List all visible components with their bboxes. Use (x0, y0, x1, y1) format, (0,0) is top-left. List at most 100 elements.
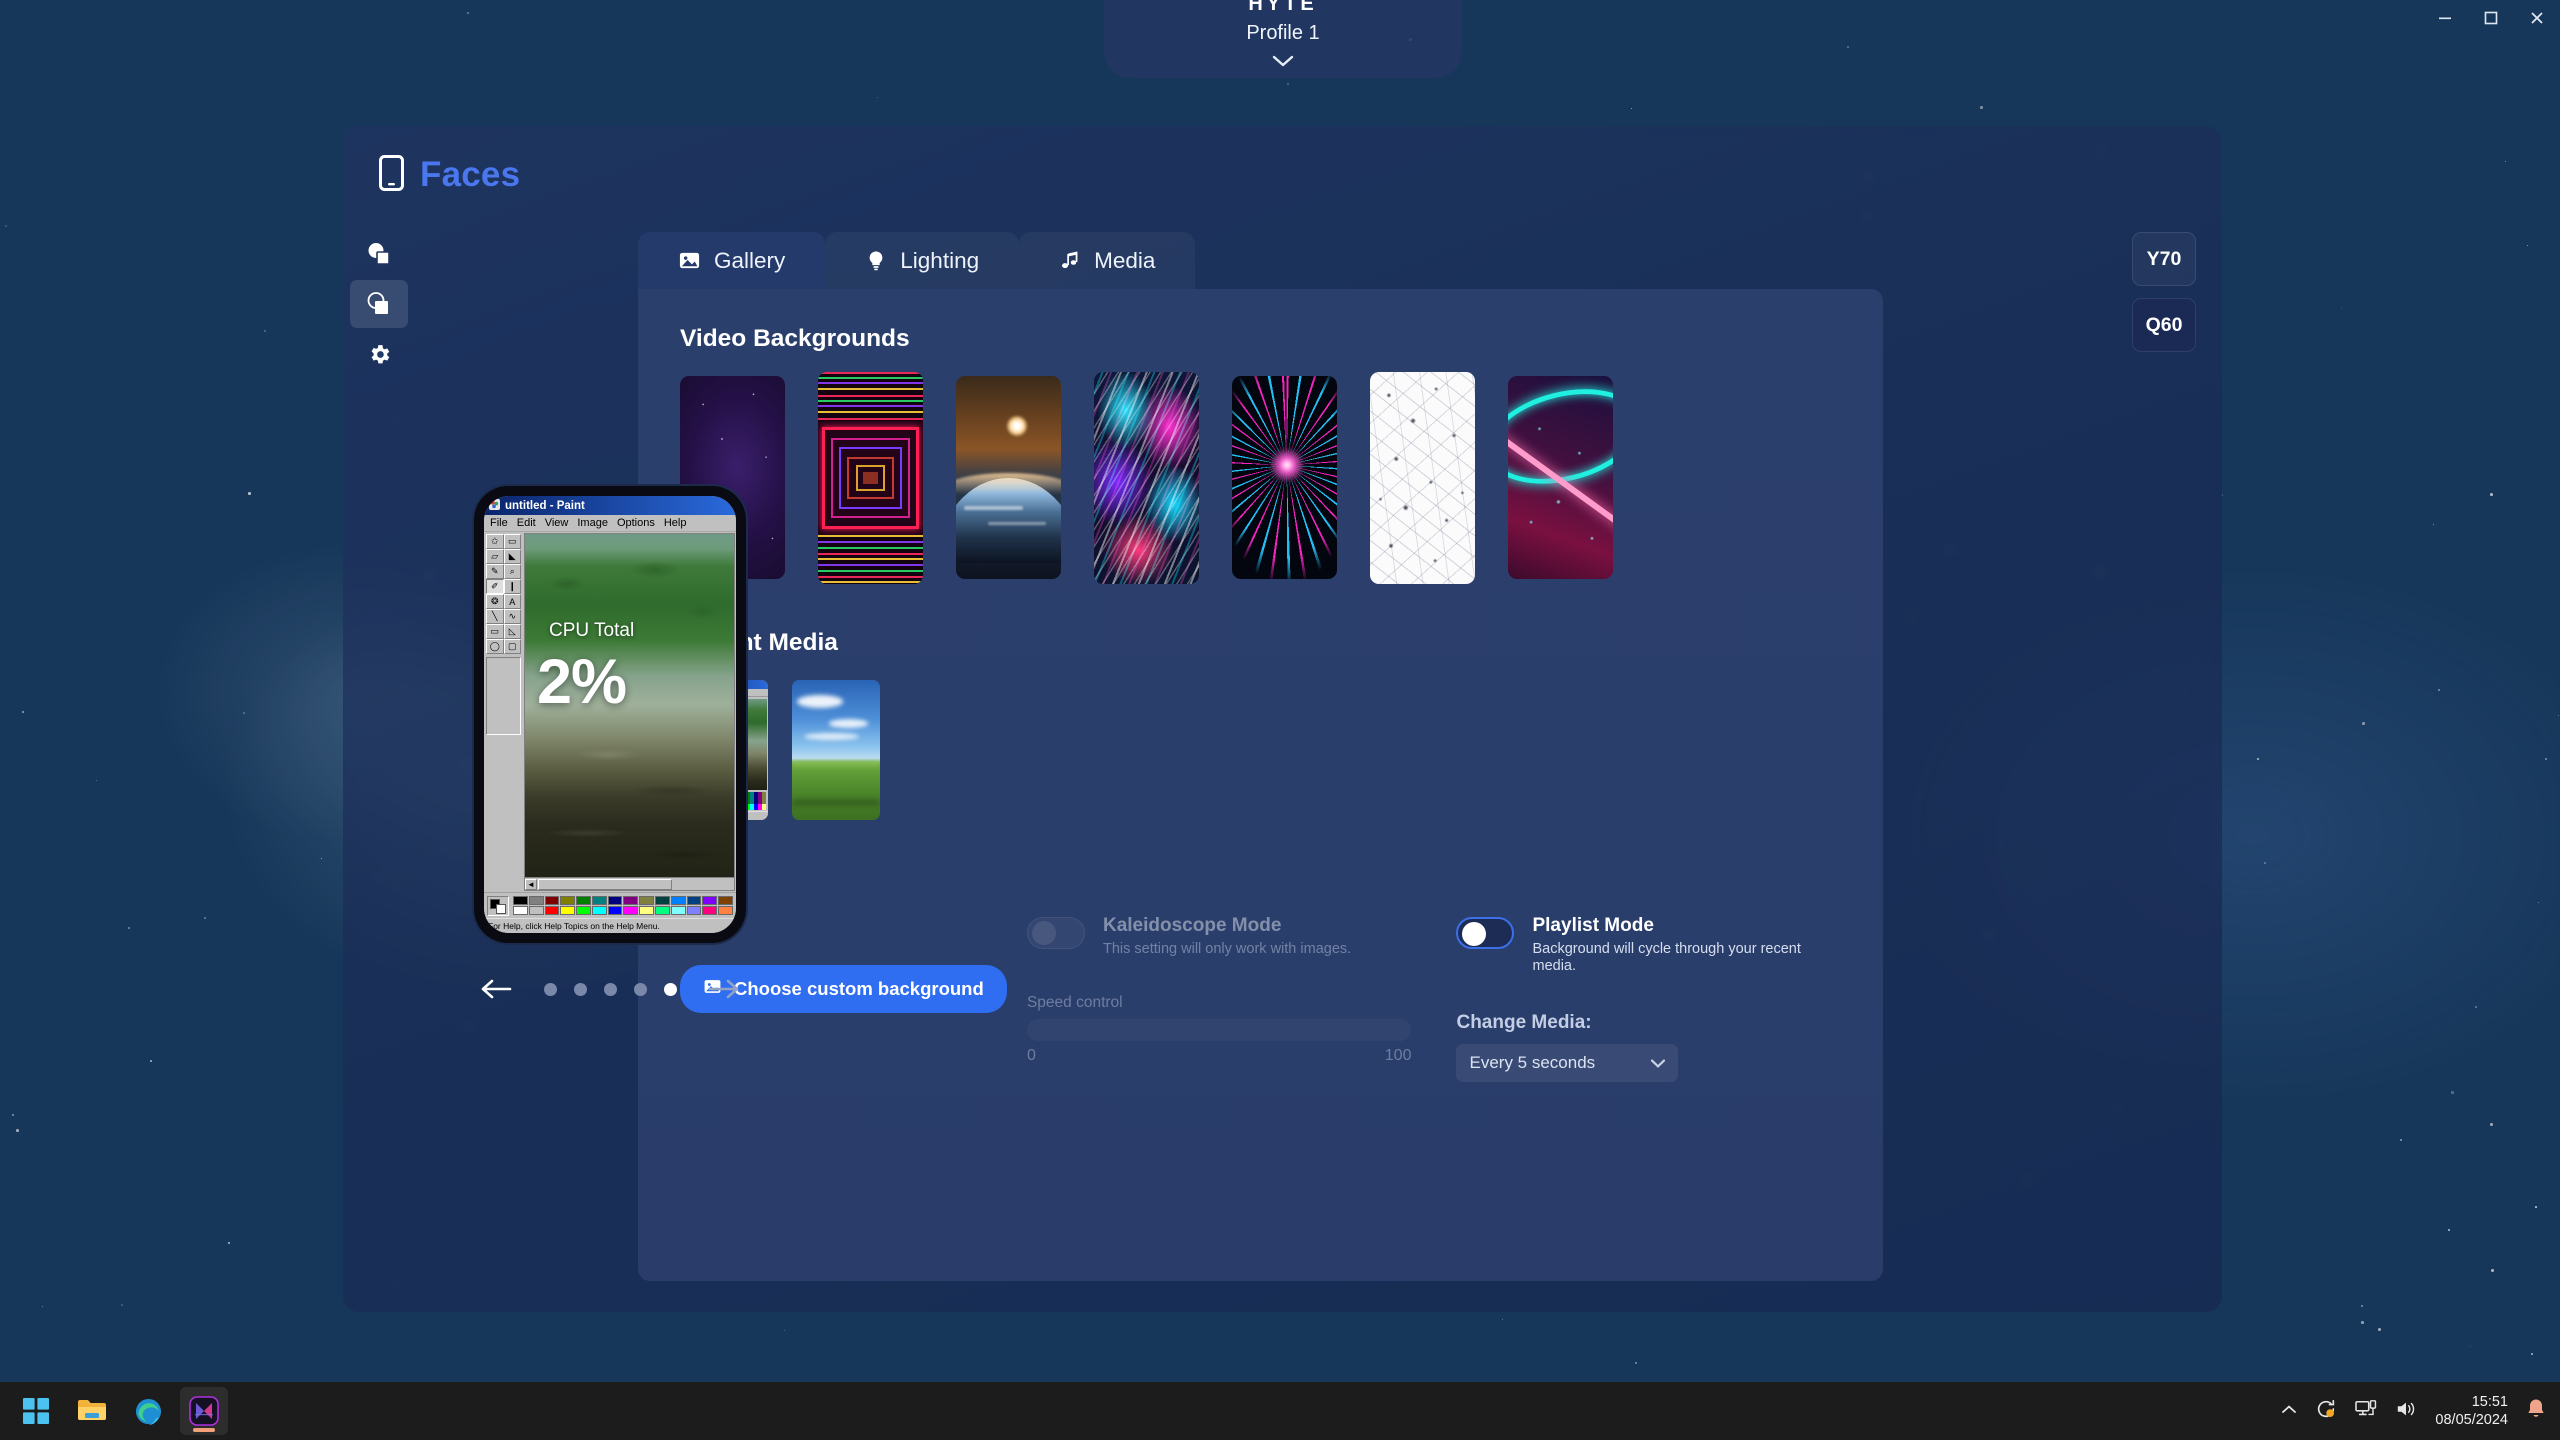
palette-swatch[interactable] (576, 896, 591, 905)
palette-swatch[interactable] (655, 906, 670, 915)
recent-media-windows-xp-bliss-wallpaper[interactable] (792, 680, 880, 820)
taskbar-clock[interactable]: 15:51 08/05/2024 (2435, 1393, 2508, 1429)
tool-curve-icon[interactable]: ∿ (504, 609, 522, 624)
palette-swatch[interactable] (702, 906, 717, 915)
paint-menu-view[interactable]: View (545, 517, 569, 529)
profile-selector[interactable]: HYTE Profile 1 (1104, 0, 1462, 78)
palette-swatch[interactable] (545, 896, 560, 905)
palette-swatch[interactable] (655, 896, 670, 905)
tool-free-select-icon[interactable]: ✩ (486, 534, 504, 549)
speed-control-slider[interactable] (1027, 1019, 1412, 1041)
tool-fill-icon[interactable]: ◣ (504, 549, 522, 564)
current-colors-swatch[interactable] (487, 896, 509, 916)
tool-magnifier-icon[interactable]: ⌕ (504, 564, 522, 579)
carousel-dot[interactable] (634, 983, 647, 996)
kaleidoscope-toggle[interactable] (1027, 917, 1085, 949)
video-thumb-neon-ring-pink-teal[interactable] (1508, 376, 1613, 579)
palette-swatch[interactable] (687, 906, 702, 915)
tool-rectangle-icon[interactable]: ▭ (486, 624, 504, 639)
paint-menu-file[interactable]: File (490, 517, 508, 529)
chevron-up-icon[interactable] (2281, 1402, 2297, 1420)
video-backgrounds-heading: Video Backgrounds (680, 325, 1841, 353)
video-thumb-iridescent-chrome-liquid[interactable] (1094, 372, 1199, 584)
hyte-nexus-button[interactable] (180, 1387, 228, 1435)
palette-swatch[interactable] (529, 906, 544, 915)
palette-swatch[interactable] (671, 906, 686, 915)
bell-icon[interactable] (2526, 1398, 2546, 1425)
close-button[interactable] (2514, 0, 2560, 36)
edge-browser-button[interactable] (124, 1387, 172, 1435)
tool-polygon-icon[interactable]: ◺ (504, 624, 522, 639)
volume-icon[interactable] (2395, 1399, 2417, 1424)
palette-swatch[interactable] (560, 896, 575, 905)
scrollbar-thumb[interactable] (538, 879, 672, 890)
carousel-dot-active[interactable] (664, 983, 677, 996)
carousel-dot[interactable] (544, 983, 557, 996)
paint-menu-help[interactable]: Help (664, 517, 687, 529)
arrow-right-icon[interactable] (708, 978, 740, 1000)
tab-lighting[interactable]: Lighting (825, 232, 1019, 289)
sidebar-item-shapes-outline[interactable] (350, 230, 408, 278)
palette-swatch[interactable] (608, 896, 623, 905)
tab-media[interactable]: Media (1019, 232, 1195, 289)
sidebar-item-settings[interactable] (350, 330, 408, 378)
start-button[interactable] (12, 1387, 60, 1435)
palette-swatch[interactable] (513, 906, 528, 915)
tool-color-picker-icon[interactable]: ✎ (486, 564, 504, 579)
palette-swatch[interactable] (702, 896, 717, 905)
tab-gallery[interactable]: Gallery (638, 232, 825, 289)
file-explorer-button[interactable] (68, 1387, 116, 1435)
carousel-dot[interactable] (574, 983, 587, 996)
video-thumb-neon-tunnel-squares[interactable] (818, 372, 923, 584)
change-media-select[interactable]: Every 5 seconds (1456, 1044, 1678, 1082)
playlist-toggle[interactable] (1456, 917, 1514, 949)
palette-swatch[interactable] (718, 896, 733, 905)
maximize-button[interactable] (2468, 0, 2514, 36)
tool-text-icon[interactable]: A (504, 594, 522, 609)
palette-swatch[interactable] (687, 896, 702, 905)
cpu-metric-label: CPU Total (549, 620, 634, 642)
palette-swatch[interactable] (592, 906, 607, 915)
palette-swatch[interactable] (529, 896, 544, 905)
scroll-left-arrow-icon[interactable]: ◄ (525, 879, 537, 890)
tool-line-icon[interactable]: ╲ (486, 609, 504, 624)
chevron-down-icon[interactable] (1272, 54, 1294, 72)
palette-swatch[interactable] (639, 906, 654, 915)
paint-menu-image[interactable]: Image (577, 517, 608, 529)
tool-ellipse-icon[interactable]: ◯ (486, 639, 504, 654)
palette-swatch[interactable] (639, 896, 654, 905)
video-thumb-earth-sunrise-from-space[interactable] (956, 376, 1061, 579)
paint-horizontal-scrollbar[interactable]: ◄ (525, 877, 734, 890)
video-thumb-magenta-cyan-warp-burst[interactable] (1232, 376, 1337, 579)
tool-pencil-icon[interactable]: ✐ (486, 579, 504, 594)
tool-airbrush-icon[interactable]: ❂ (486, 594, 504, 609)
tool-rounded-rectangle-icon[interactable]: ▢ (504, 639, 522, 654)
palette-swatch[interactable] (608, 906, 623, 915)
paint-canvas[interactable]: CPU Total 2% ◄ (524, 533, 735, 891)
arrow-left-icon[interactable] (480, 978, 512, 1000)
palette-swatch[interactable] (671, 896, 686, 905)
tool-rect-select-icon[interactable]: ▭ (504, 534, 522, 549)
chevron-down-icon (1651, 1053, 1665, 1073)
palette-swatch[interactable] (623, 906, 638, 915)
device-preview[interactable]: untitled - Paint File Edit View Image Op… (474, 486, 746, 943)
paint-menu-edit[interactable]: Edit (517, 517, 536, 529)
tool-brush-icon[interactable]: ❙ (504, 579, 522, 594)
device-button-q60[interactable]: Q60 (2132, 298, 2196, 352)
palette-swatch[interactable] (545, 906, 560, 915)
sync-icon[interactable] (2315, 1398, 2337, 1425)
palette-swatch[interactable] (623, 896, 638, 905)
carousel-dot[interactable] (604, 983, 617, 996)
sidebar-item-shapes-filled[interactable] (350, 280, 408, 328)
tool-eraser-icon[interactable]: ▱ (486, 549, 504, 564)
palette-swatch[interactable] (592, 896, 607, 905)
palette-swatch[interactable] (513, 896, 528, 905)
video-thumb-white-network-constellation[interactable] (1370, 372, 1475, 584)
network-icon[interactable] (2355, 1399, 2377, 1424)
palette-swatch[interactable] (718, 906, 733, 915)
minimize-button[interactable] (2422, 0, 2468, 36)
paint-menu-options[interactable]: Options (617, 517, 655, 529)
device-button-y70[interactable]: Y70 (2132, 232, 2196, 286)
palette-swatch[interactable] (576, 906, 591, 915)
palette-swatch[interactable] (560, 906, 575, 915)
